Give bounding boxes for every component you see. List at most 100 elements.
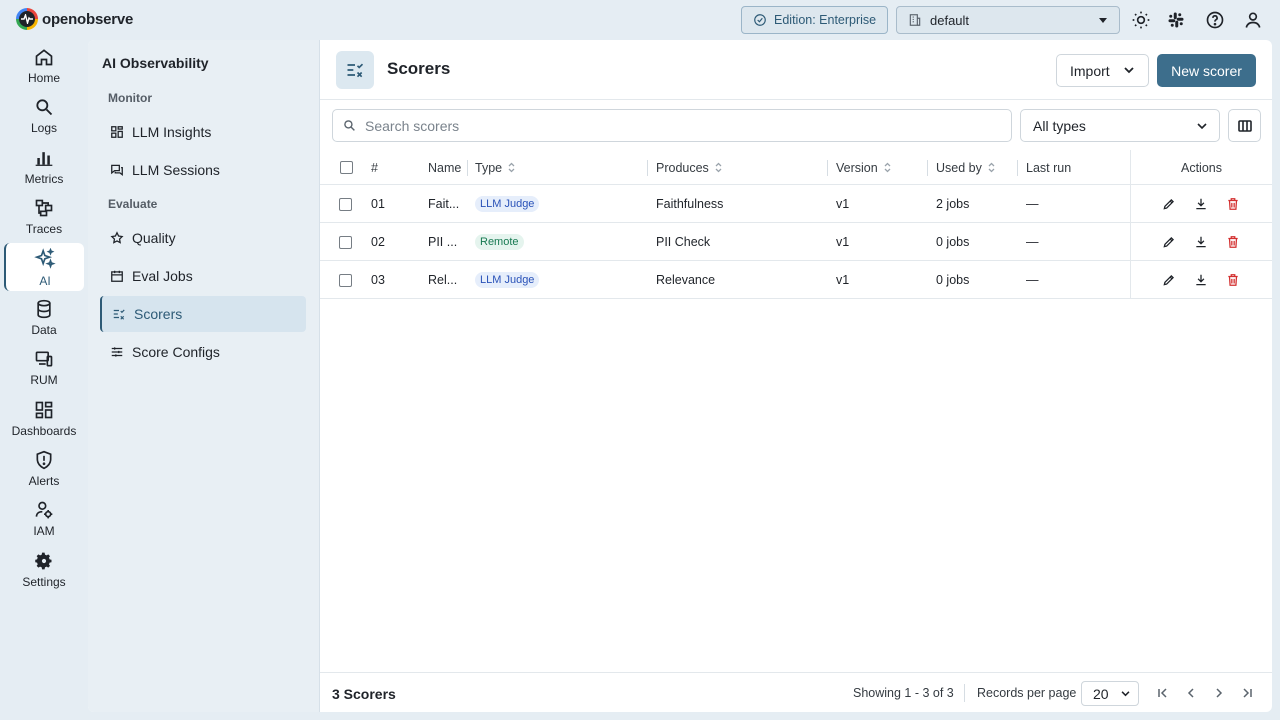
row-produces: Faithfulness (656, 197, 724, 211)
subnav-label: LLM Insights (132, 124, 212, 140)
select-all-cell[interactable] (340, 150, 353, 185)
edition-button[interactable]: Edition: Enterprise (741, 6, 888, 34)
new-scorer-button[interactable]: New scorer (1157, 54, 1256, 87)
list-check-icon (113, 309, 125, 320)
rail-item-rum[interactable]: RUM (4, 344, 84, 392)
delete-icon[interactable] (1225, 272, 1241, 288)
rail-item-data[interactable]: Data (4, 294, 84, 342)
edit-icon[interactable] (1161, 196, 1177, 212)
subnav-item-scorers[interactable]: Scorers (100, 296, 306, 332)
row-name[interactable]: Fait... (428, 185, 459, 223)
verified-badge-icon (754, 14, 766, 26)
subnav-item-score-configs[interactable]: Score Configs (100, 334, 306, 370)
rail-item-settings[interactable]: Settings (4, 546, 84, 594)
rail-item-alerts[interactable]: Alerts (4, 445, 84, 493)
col-label: Produces (656, 160, 709, 175)
subnav-item-llm-sessions[interactable]: LLM Sessions (100, 152, 306, 188)
download-icon[interactable] (1193, 196, 1209, 212)
search-icon (36, 99, 53, 116)
rail-label: Alerts (28, 474, 60, 488)
row-num: 03 (371, 273, 385, 287)
subnav-item-eval-jobs[interactable]: Eval Jobs (100, 258, 306, 294)
row-name[interactable]: Rel... (428, 261, 457, 299)
dropdown-caret-icon (1099, 18, 1107, 23)
database-icon (37, 299, 51, 319)
devices-icon (35, 351, 53, 367)
main-panel: AI Observability Monitor LLM Insights LL… (88, 40, 1272, 712)
row-used-by: 2 jobs (936, 197, 970, 211)
subnav-label: Score Configs (132, 344, 220, 360)
col-header-used-by[interactable]: Used by (936, 150, 995, 185)
download-icon[interactable] (1193, 272, 1209, 288)
subnav-item-llm-insights[interactable]: LLM Insights (100, 114, 306, 150)
row-name[interactable]: PII ... (428, 223, 457, 261)
row-checkbox[interactable] (339, 235, 352, 249)
section-monitor: Monitor (108, 91, 152, 105)
theme-toggle-sun-icon[interactable] (1130, 9, 1152, 31)
edition-label: Edition: Enterprise (774, 13, 877, 27)
row-last-run: — (1026, 197, 1039, 211)
slack-icon[interactable] (1165, 9, 1187, 31)
org-selector[interactable]: default (896, 6, 1120, 34)
col-header-version[interactable]: Version (836, 150, 891, 185)
type-filter-select[interactable]: All types (1020, 109, 1220, 142)
chevron-down-icon (1197, 123, 1207, 130)
grid-icon (111, 126, 123, 138)
rail-item-logs[interactable]: Logs (4, 92, 84, 140)
row-num: 02 (371, 235, 385, 249)
next-page-icon[interactable] (1209, 683, 1229, 703)
subnav-item-quality[interactable]: Quality (100, 220, 306, 256)
col-header-type[interactable]: Type (475, 150, 515, 185)
search-box[interactable] (332, 109, 1012, 142)
row-checkbox[interactable] (339, 197, 352, 211)
scorers-content: Scorers Import New scorer All types # Na… (320, 40, 1272, 712)
row-checkbox[interactable] (339, 273, 352, 287)
col-label: Version (836, 160, 878, 175)
records-per-page-select[interactable]: 20 (1081, 681, 1139, 706)
rail-item-ai[interactable]: AI (4, 243, 84, 291)
rail-label: IAM (33, 524, 55, 538)
first-page-icon[interactable] (1153, 683, 1173, 703)
subnav-label: Eval Jobs (132, 268, 193, 284)
import-label: Import (1070, 62, 1110, 79)
star-icon (110, 231, 124, 244)
column-divider (467, 160, 468, 176)
col-header-last-run: Last run (1026, 160, 1072, 175)
edit-icon[interactable] (1161, 272, 1177, 288)
rail-label: Data (31, 323, 57, 337)
search-input[interactable] (365, 117, 985, 134)
rail-item-dashboards[interactable]: Dashboards (4, 395, 84, 443)
delete-icon[interactable] (1225, 196, 1241, 212)
row-version: v1 (836, 197, 850, 211)
edit-icon[interactable] (1161, 234, 1177, 250)
rail-item-iam[interactable]: IAM (4, 495, 84, 543)
row-last-run: — (1026, 273, 1039, 287)
delete-icon[interactable] (1225, 234, 1241, 250)
import-button[interactable]: Import (1056, 54, 1149, 87)
last-page-icon[interactable] (1237, 683, 1257, 703)
chevron-down-icon (1121, 691, 1130, 697)
row-version: v1 (836, 235, 850, 249)
col-header-actions: Actions (1181, 160, 1222, 175)
rail-item-home[interactable]: Home (4, 42, 84, 90)
table-footer: 3 Scorers Showing 1 - 3 of 3 Records per… (320, 672, 1272, 712)
column-settings-button[interactable] (1228, 109, 1261, 142)
download-icon[interactable] (1193, 234, 1209, 250)
app-logo[interactable]: openobserve (16, 8, 133, 30)
type-badge: LLM Judge (475, 272, 540, 288)
sparkles-icon (34, 248, 56, 269)
rail-item-traces[interactable]: Traces (4, 193, 84, 241)
row-used-by: 0 jobs (936, 235, 970, 249)
col-header-num: # (371, 160, 378, 175)
user-profile-icon[interactable] (1242, 9, 1264, 31)
col-header-produces[interactable]: Produces (656, 150, 722, 185)
rail-item-metrics[interactable]: Metrics (4, 143, 84, 191)
chat-bubbles-icon (111, 164, 123, 176)
section-evaluate: Evaluate (108, 197, 158, 211)
help-icon[interactable] (1204, 9, 1226, 31)
column-divider (927, 160, 928, 176)
row-version: v1 (836, 273, 850, 287)
prev-page-icon[interactable] (1181, 683, 1201, 703)
showing-range: Showing 1 - 3 of 3 (853, 686, 954, 700)
select-all-checkbox[interactable] (340, 161, 353, 174)
